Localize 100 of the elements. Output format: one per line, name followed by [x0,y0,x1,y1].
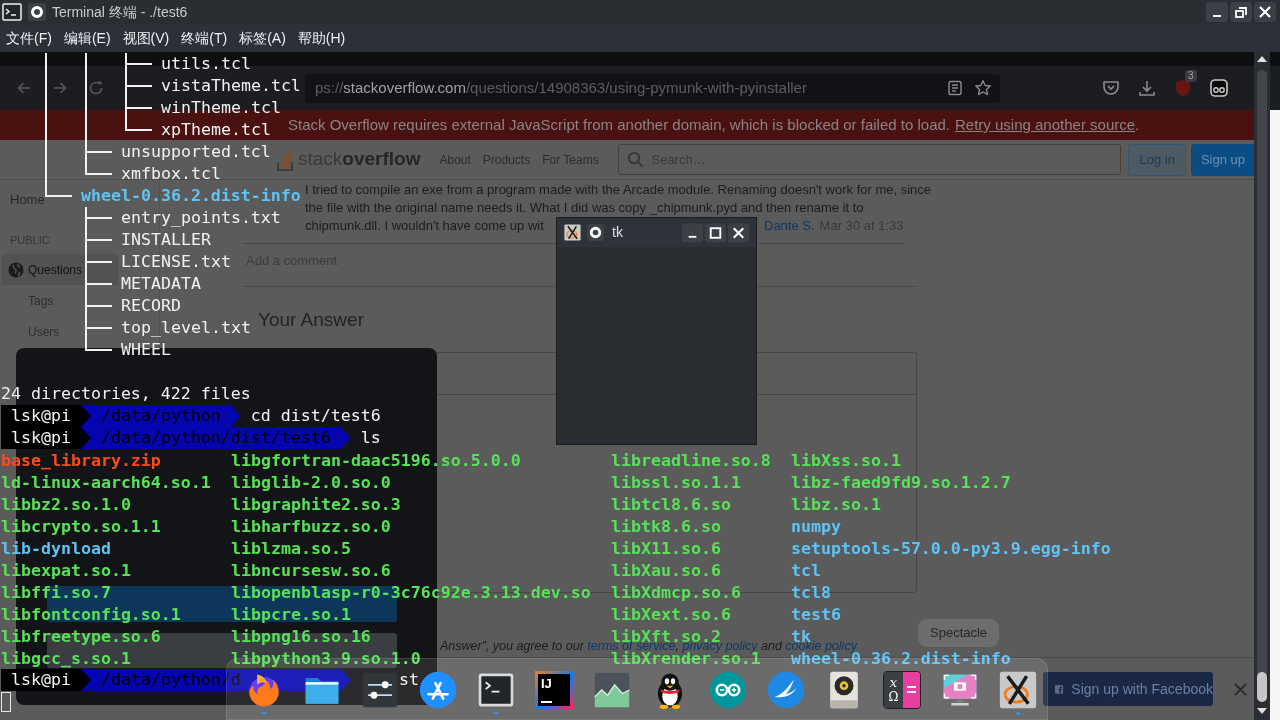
folder-name: tk [791,629,811,643]
file-name: libcrypto.so.1.1 [1,519,161,533]
url-field[interactable]: ps://stackoverflow.com/questions/14908363/using-pymunk-with-pyinstaller [305,73,1000,103]
cross-ring-icon[interactable] [564,224,581,241]
minimize-icon[interactable] [682,222,703,243]
file-name: libtcl8.6.so [611,497,731,511]
scroll-down-icon[interactable] [1257,708,1267,714]
camera-monitor-icon[interactable] [941,671,979,709]
tooltip: Spectacle [918,619,1000,647]
scrollbar-thumb[interactable] [1257,672,1267,702]
answer-heading: Your Answer [258,308,364,332]
folder-name: test6 [791,607,841,621]
prompt-path: /data/python [80,405,241,427]
close-icon[interactable] [1254,2,1276,22]
terminal-icon[interactable] [2,2,22,22]
folder-name: numpy [791,519,841,533]
file-name: top_level.txt [121,320,251,336]
file-name: libffi.so.7 [1,585,111,599]
file-name: entry_points.txt [121,210,281,226]
download-icon[interactable] [1137,78,1157,98]
retry-link[interactable]: Retry using another source [955,116,1136,133]
close-icon[interactable] [728,222,749,243]
ring-icon[interactable] [587,224,604,241]
globe-icon [8,261,24,278]
command-text: cd dist/test6 [250,405,381,427]
file-name: libXext.so.6 [611,607,731,621]
menu-item[interactable]: 视图(V) [116,27,176,49]
menu-item[interactable]: 文件(F) [0,27,58,49]
file-name: libfreetype.so.6 [1,629,161,643]
file-name: liblzma.so.5 [231,541,351,555]
prompt-path: /data/python/dist/test6 [80,427,351,449]
file-name: libfontconfig.so.1 [1,607,181,621]
infinity-circle-icon[interactable] [709,671,747,709]
file-name: INSTALLER [121,232,211,248]
file-name: libz.so.1 [791,497,881,511]
command-text: ls [360,427,381,449]
file-name: libglib-2.0.so.0 [231,475,391,489]
text-cursor [1,692,11,712]
sidebar-item[interactable]: Questions [2,254,118,285]
file-name: unsupported.tcl [121,144,271,160]
triangle-sticks-icon[interactable] [419,671,457,709]
file-name: libbz2.so.1.0 [1,497,131,511]
swoosh-circle-icon[interactable] [767,671,805,709]
file-name: libz-faed9fd9.so.1.2.7 [791,475,1011,489]
restore-icon[interactable] [1230,2,1252,22]
scroll-up-icon[interactable] [1257,56,1267,62]
prompt-user: lsk@pi [1,427,91,449]
file-name: utils.tcl [161,56,251,72]
signup-facebook-button[interactable]: Sign up with Facebook [1043,672,1213,706]
folder-name: setuptools-57.0.0-py3.9.egg-info [791,541,1111,555]
file-name: libXft.so.2 [611,629,721,643]
folder-name: lib-dynload [1,541,111,555]
signup-button[interactable]: Sign up [1190,143,1255,176]
file-name: libexpat.so.1 [1,563,131,577]
file-name: WHEEL [121,342,171,358]
search-icon [627,151,645,168]
file-name: libgraphite2.so.3 [231,497,401,511]
file-name: libreadline.so.8 [611,453,771,467]
ring-icon[interactable] [28,3,46,21]
file-name: libssl.so.1.1 [611,475,741,489]
file-name: libpython3.9.so.1.0 [231,651,421,665]
file-name: libpng16.so.16 [231,629,371,643]
folder-name: wheel-0.36.2.dist-info [791,651,1011,665]
menu-item[interactable]: 终端(T) [175,27,234,49]
minimize-icon[interactable] [1206,2,1228,22]
summary-text: 24 directories, 422 files [1,386,251,402]
reader-view-icon[interactable] [947,80,963,96]
window-title: Terminal 终端 - ./test6 [52,2,188,22]
file-name: libtk8.6.so [611,519,721,533]
command-text: st [398,669,419,691]
file-name: libopenblasp-r0-3c76c92e.3.13.dev.so [231,585,591,599]
file-name: libpcre.so.1 [231,607,351,621]
menu-item[interactable]: 帮助(H) [291,27,352,49]
file-name: libharfbuzz.so.0 [231,519,391,533]
bookmark-star-icon[interactable] [974,79,992,97]
file-name: xpTheme.tcl [161,122,271,138]
banner-message: Stack Overflow requires external JavaScript from another domain, which is blocked or failed to load. Retry using another source. [288,116,1140,134]
file-name: libgfortran-daac5196.so.5.0.0 [231,453,521,467]
pocket-icon[interactable] [1101,78,1121,98]
prompt-user: lsk@pi [1,405,91,427]
file-name: RECORD [121,298,181,314]
file-name: libX11.so.6 [611,541,721,555]
url-text: ps://stackoverflow.com/questions/14908363/using-pymunk-with-pyinstaller [315,77,807,98]
file-name: winTheme.tcl [161,100,281,116]
maximize-icon[interactable] [705,222,726,243]
menu-item[interactable]: 标签(A) [233,27,292,49]
folder-name: tcl [791,563,821,577]
glasses-square-icon[interactable] [1209,78,1229,98]
file-name: vistaTheme.tcl [161,78,301,94]
count-badge: 3 [1185,70,1197,82]
ide-launcher[interactable]: IJ [535,671,573,709]
file-name: libXrender.so.1 [611,651,761,665]
file-name: xmfbox.tcl [121,166,221,182]
comment-author-link[interactable]: Dante S. [764,217,815,235]
file-name: METADATA [121,276,201,292]
prompt-user: lsk@pi [1,669,91,691]
menu-item[interactable]: 编辑(E) [57,27,117,49]
file-name: libncursesw.so.6 [231,563,391,577]
folder-name: wheel-0.36.2.dist-info [81,188,301,204]
file-name: libXss.so.1 [791,453,901,467]
